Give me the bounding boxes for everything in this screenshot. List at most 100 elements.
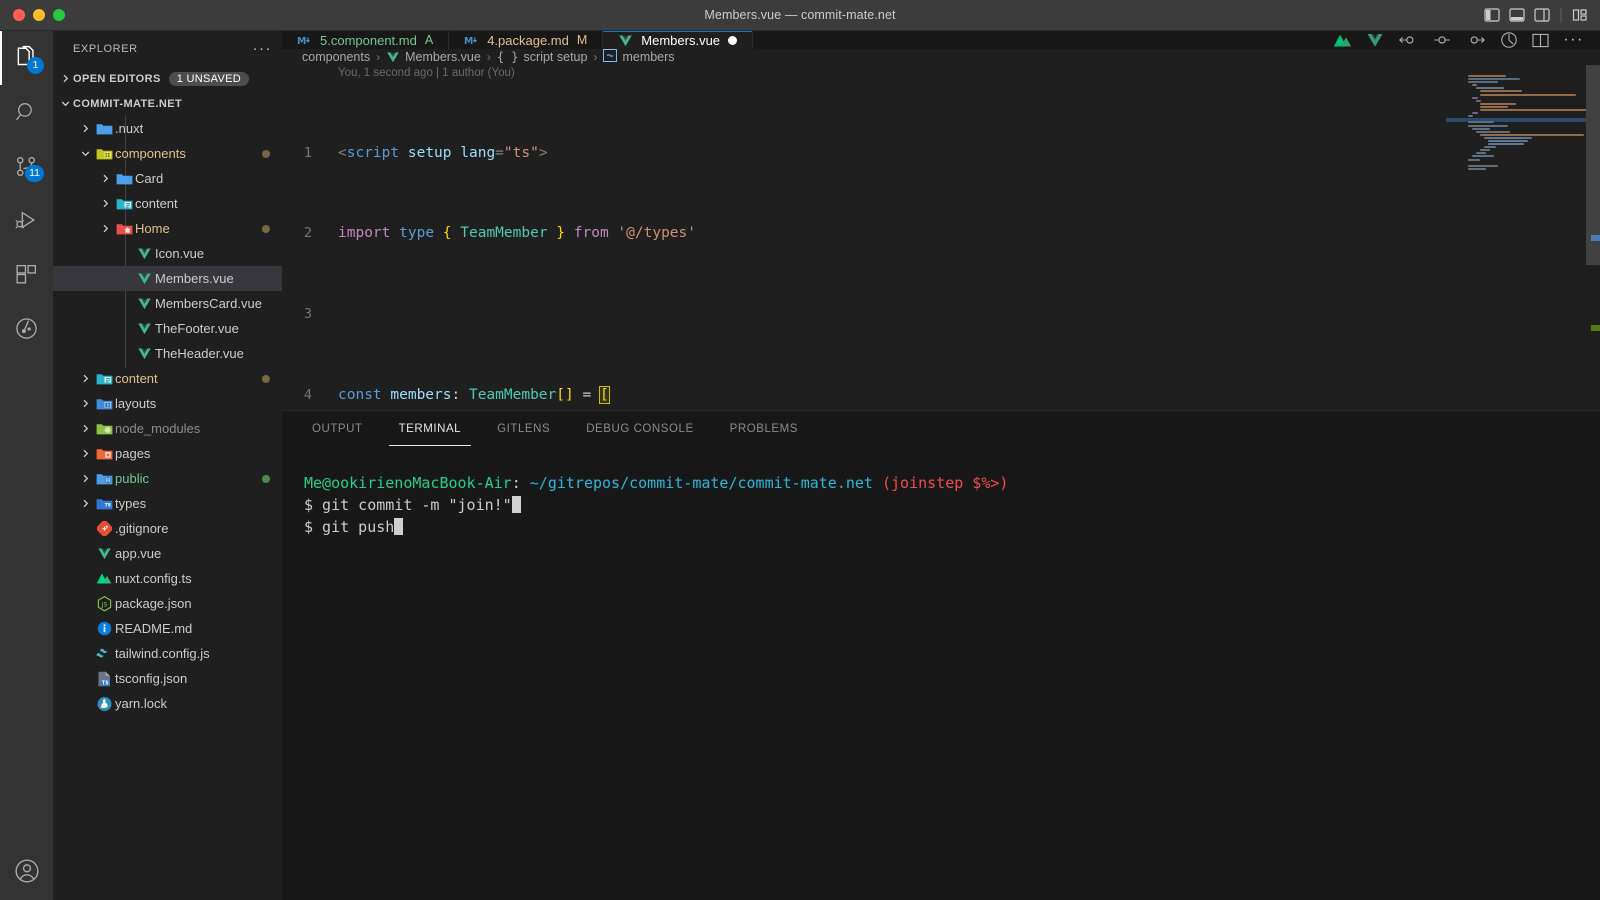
tree-item-layouts[interactable]: layouts — [53, 391, 282, 416]
editor-scrollbar[interactable] — [1586, 65, 1600, 410]
open-editors-label: OPEN EDITORS — [73, 73, 161, 85]
sidebar-more-actions-icon[interactable]: ··· — [253, 41, 273, 56]
tree-item-components[interactable]: components — [53, 141, 282, 166]
tree-item-label: package.json — [115, 596, 192, 611]
tree-item-tailwind-config-js[interactable]: tailwind.config.js — [53, 641, 282, 666]
chevron-right-icon — [77, 398, 93, 409]
tree-item-card[interactable]: Card — [53, 166, 282, 191]
breadcrumb-separator-icon: › — [593, 50, 597, 64]
tree-item-label: content — [135, 196, 178, 211]
activity-item-explorer[interactable]: 1 — [0, 31, 53, 85]
activity-item-extensions[interactable] — [0, 247, 53, 301]
editor-actions: ··· — [1317, 31, 1600, 49]
tree-item-content[interactable]: content — [53, 366, 282, 391]
panel-tab-terminal[interactable]: TERMINAL — [389, 411, 472, 446]
tree-item-content[interactable]: content — [53, 191, 282, 216]
vue-icon — [133, 247, 155, 260]
tree-item-label: content — [115, 371, 158, 386]
more-actions-icon[interactable]: ··· — [1563, 32, 1584, 48]
vue-icon — [133, 347, 155, 360]
panel-tab-output[interactable]: OUTPUT — [302, 411, 373, 446]
tree-item-memberscard-vue[interactable]: MembersCard.vue — [53, 291, 282, 316]
editor-tab-5-component-md[interactable]: M5.component.mdA — [282, 31, 449, 49]
folder-home — [113, 222, 135, 236]
project-root-row[interactable]: COMMIT-MATE.NET — [53, 91, 282, 116]
tree-item-label: public — [115, 471, 149, 486]
customize-layout-icon[interactable] — [1572, 8, 1588, 22]
change-marker — [1591, 325, 1600, 331]
markdown-icon: M — [464, 35, 479, 46]
close-window-button[interactable] — [13, 9, 25, 21]
tree-item-label: layouts — [115, 396, 156, 411]
code-editor[interactable]: You, 1 second ago | 1 author (You) 1<scr… — [282, 65, 1600, 410]
tab-git-status: A — [425, 33, 433, 47]
tree-item-node-modules[interactable]: node_modules — [53, 416, 282, 441]
tree-item-label: node_modules — [115, 421, 200, 436]
breadcrumb-item-file[interactable]: Members.vue — [386, 50, 481, 64]
open-editors-section[interactable]: OPEN EDITORS 1 UNSAVED — [53, 66, 282, 91]
breadcrumb-item-components[interactable]: components — [302, 50, 370, 64]
tree-item-yarn-lock[interactable]: yarn.lock — [53, 691, 282, 716]
activity-item-gitlens[interactable] — [0, 301, 53, 355]
tree-item-readme-md[interactable]: README.md — [53, 616, 282, 641]
terminal-line-1: $ git commit -m "join!" — [304, 496, 512, 514]
tree-item-thefooter-vue[interactable]: TheFooter.vue — [53, 316, 282, 341]
minimize-window-button[interactable] — [33, 9, 45, 21]
sidebar-explorer: EXPLORER ··· OPEN EDITORS 1 UNSAVED COMM… — [53, 31, 282, 900]
panel-tab-problems[interactable]: PROBLEMS — [720, 411, 808, 446]
variable-icon — [603, 49, 617, 65]
tab-label: 5.component.md — [320, 33, 417, 48]
tree-item-pages[interactable]: pages — [53, 441, 282, 466]
panel-tab-gitlens[interactable]: GITLENS — [487, 411, 560, 446]
chevron-right-icon — [77, 473, 93, 484]
next-change-icon[interactable] — [1466, 33, 1486, 47]
folder-content — [113, 197, 135, 211]
tree-item-nuxt-config-ts[interactable]: nuxt.config.ts — [53, 566, 282, 591]
tree-item-public[interactable]: public — [53, 466, 282, 491]
npm-icon: JS — [93, 596, 115, 612]
tree-item-icon-vue[interactable]: Icon.vue — [53, 241, 282, 266]
toggle-primary-sidebar-icon[interactable] — [1484, 8, 1500, 22]
panel-tab-debug-console[interactable]: DEBUG CONSOLE — [576, 411, 703, 446]
tree-item--nuxt[interactable]: .nuxt — [53, 116, 282, 141]
toggle-secondary-sidebar-icon[interactable] — [1534, 8, 1550, 22]
tree-item-app-vue[interactable]: app.vue — [53, 541, 282, 566]
vue-devtools-icon[interactable] — [1366, 32, 1384, 48]
folder-components — [93, 147, 115, 161]
chevron-right-icon — [57, 73, 73, 84]
tree-item-theheader-vue[interactable]: TheHeader.vue — [53, 341, 282, 366]
maximize-window-button[interactable] — [53, 9, 65, 21]
tree-item-package-json[interactable]: JSpackage.json — [53, 591, 282, 616]
activity-item-run-and-debug[interactable] — [0, 193, 53, 247]
editor-tab-4-package-md[interactable]: M4.package.mdM — [449, 31, 603, 49]
breadcrumb-separator-icon: › — [376, 50, 380, 64]
line-number: 4 — [282, 385, 334, 405]
activity-item-search[interactable] — [0, 85, 53, 139]
activity-item-accounts[interactable] — [0, 844, 53, 898]
vue-icon — [93, 547, 115, 560]
breadcrumb-item-script-setup[interactable]: { } script setup — [497, 50, 588, 64]
terminal-output[interactable]: Me@ookirienoMacBook-Air: ~/gitrepos/comm… — [282, 446, 1600, 900]
tree-item-tsconfig-json[interactable]: TStsconfig.json — [53, 666, 282, 691]
nuxt-icon[interactable] — [1333, 33, 1352, 48]
tree-item--gitignore[interactable]: .gitignore — [53, 516, 282, 541]
git-icon — [93, 521, 115, 536]
terminal-cursor — [512, 496, 521, 513]
code-content[interactable]: 1<script setup lang="ts"> 2import type {… — [282, 82, 1600, 410]
vscode-window: Members.vue — commit-mate.net | — [0, 0, 1600, 900]
breadcrumb-item-members[interactable]: members — [603, 49, 674, 65]
tree-item-label: TheHeader.vue — [155, 346, 244, 361]
file-history-icon[interactable] — [1500, 31, 1518, 49]
editor-tab-members-vue[interactable]: Members.vue — [603, 31, 753, 49]
tree-item-home[interactable]: Home — [53, 216, 282, 241]
current-change-icon[interactable] — [1432, 33, 1452, 47]
tree-item-types[interactable]: TStypes — [53, 491, 282, 516]
split-editor-icon[interactable] — [1532, 33, 1549, 48]
tree-item-members-vue[interactable]: Members.vue — [53, 266, 282, 291]
tab-dirty-indicator[interactable] — [728, 36, 737, 45]
chevron-right-icon — [97, 173, 113, 184]
toggle-panel-icon[interactable] — [1509, 8, 1525, 22]
tab-label: Members.vue — [641, 33, 720, 48]
activity-item-source-control[interactable]: 11 — [0, 139, 53, 193]
previous-change-icon[interactable] — [1398, 33, 1418, 47]
